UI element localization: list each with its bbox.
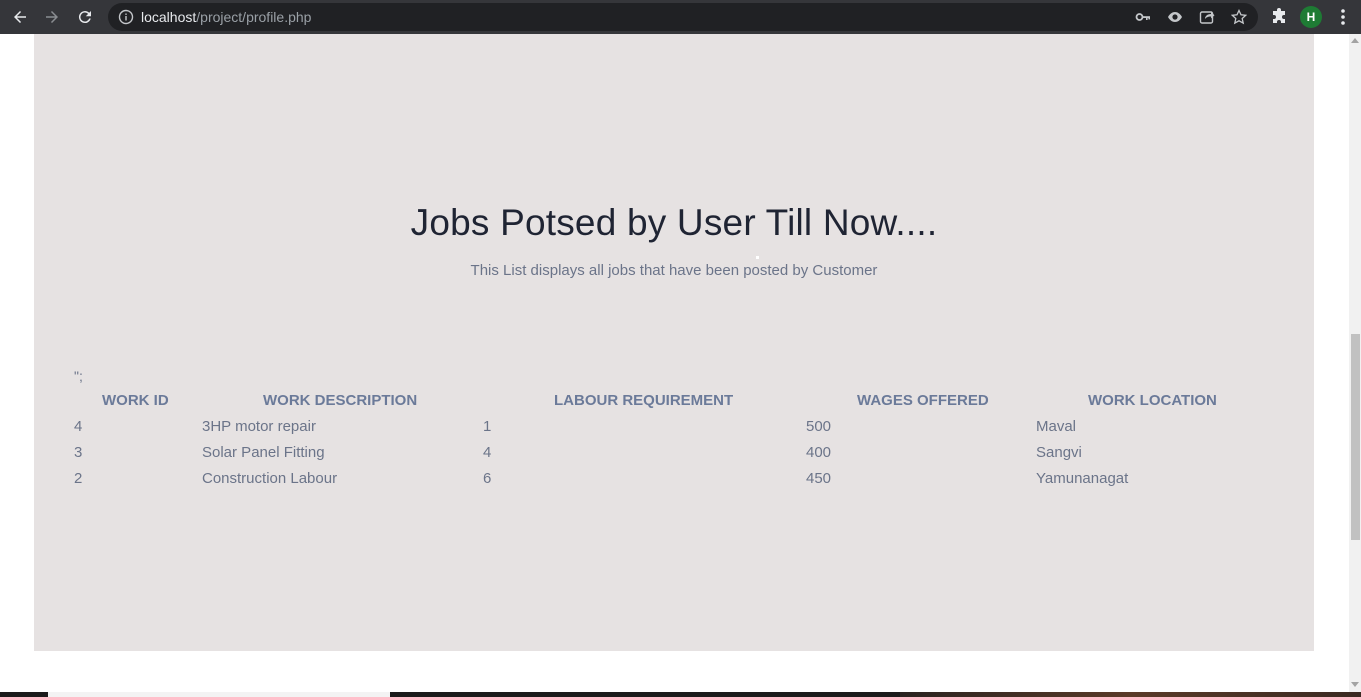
cell-work-id: 3 <box>74 444 83 461</box>
cell-work-description: 3HP motor repair <box>202 418 316 435</box>
bookmark-star-icon[interactable] <box>1231 9 1247 25</box>
profile-avatar[interactable]: H <box>1300 6 1322 28</box>
cell-wages-offered: 400 <box>806 444 832 461</box>
scroll-up-arrow-icon[interactable] <box>1351 38 1359 43</box>
cell-wages-offered: 500 <box>806 418 832 435</box>
stray-dot <box>756 256 759 259</box>
column-header-wages-offered: WAGES OFFERED <box>857 392 989 409</box>
eye-icon[interactable] <box>1167 9 1183 25</box>
taskbar-window-preview <box>48 692 390 697</box>
cell-work-location: Sangvi <box>1036 444 1082 461</box>
browser-toolbar: localhost/project/profile.php H <box>0 0 1361 34</box>
page-title: Jobs Potsed by User Till Now.... <box>410 202 938 243</box>
stray-text: "; <box>74 368 83 384</box>
column-header-labour-requirement: LABOUR REQUIREMENT <box>554 392 734 409</box>
reload-icon[interactable] <box>73 5 97 29</box>
cell-labour-requirement: 6 <box>483 470 492 487</box>
site-info-icon[interactable] <box>118 9 134 25</box>
cell-work-description: Construction Labour <box>202 470 338 487</box>
extensions-puzzle-icon[interactable] <box>1270 8 1288 26</box>
forward-arrow-icon[interactable] <box>40 5 64 29</box>
url-path: /project/profile.php <box>196 9 312 25</box>
scroll-down-arrow-icon[interactable] <box>1351 682 1359 687</box>
share-icon[interactable] <box>1199 9 1215 25</box>
cell-work-location: Maval <box>1036 418 1077 435</box>
url-text[interactable]: localhost/project/profile.php <box>141 9 311 25</box>
more-menu-icon[interactable] <box>1334 7 1352 27</box>
column-header-work-id: WORK ID <box>102 392 169 409</box>
page-viewport: Jobs Potsed by User Till Now.... This Li… <box>0 34 1349 692</box>
scrollbar-thumb[interactable] <box>1351 334 1360 540</box>
cell-labour-requirement: 4 <box>483 444 492 461</box>
cell-work-location: Yamunanagat <box>1036 470 1129 487</box>
taskbar-strip <box>0 692 1361 697</box>
taskbar-wallpaper-edge <box>900 692 1361 697</box>
cell-work-id: 4 <box>74 418 83 435</box>
cell-work-id: 2 <box>74 470 83 487</box>
cell-wages-offered: 450 <box>806 470 832 487</box>
column-header-work-location: WORK LOCATION <box>1088 392 1217 409</box>
cell-labour-requirement: 1 <box>483 418 492 435</box>
address-bar[interactable]: localhost/project/profile.php <box>108 3 1258 31</box>
column-header-work-description: WORK DESCRIPTION <box>263 392 418 409</box>
jobs-section: Jobs Potsed by User Till Now.... This Li… <box>34 34 1314 651</box>
page-subtitle: This List displays all jobs that have be… <box>470 262 878 279</box>
url-host: localhost <box>141 9 197 25</box>
cell-work-description: Solar Panel Fitting <box>202 444 325 461</box>
vertical-scrollbar[interactable] <box>1349 34 1361 692</box>
back-arrow-icon[interactable] <box>8 5 32 29</box>
key-icon[interactable] <box>1135 9 1151 25</box>
